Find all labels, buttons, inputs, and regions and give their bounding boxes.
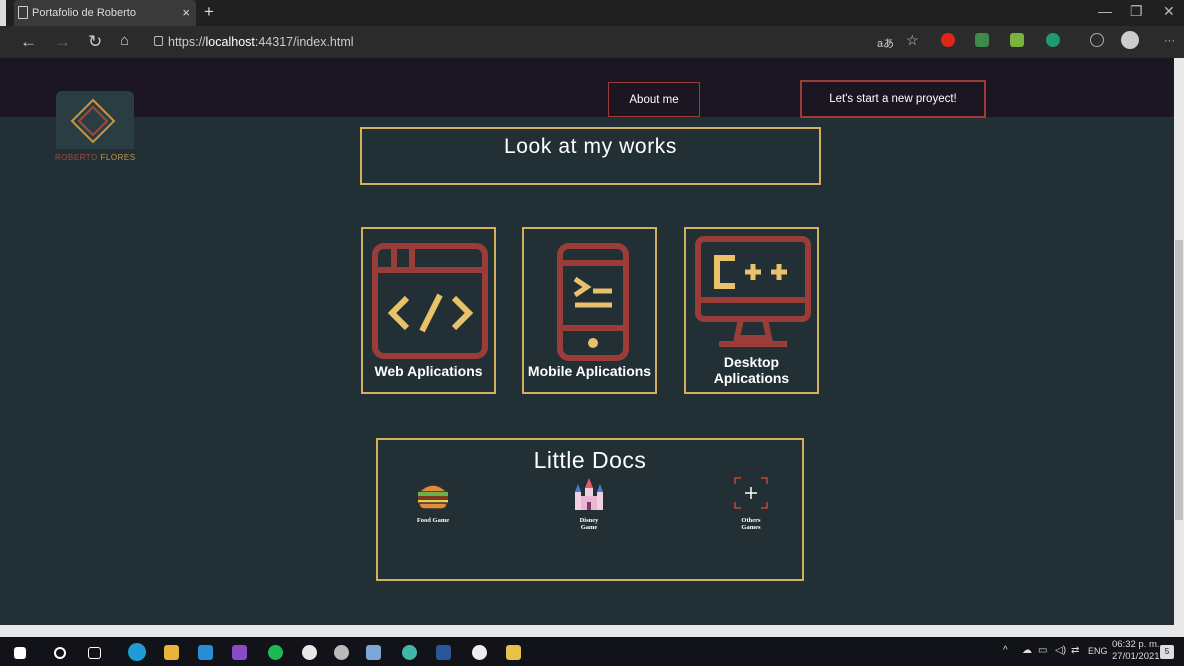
url-host: localhost: [205, 35, 255, 49]
url-prefix: https://: [168, 35, 206, 49]
add-frame-icon: [734, 477, 768, 509]
read-aloud-icon[interactable]: aあ: [877, 35, 894, 51]
clock-date: 27/01/2021: [1112, 651, 1160, 662]
card-label: Web Aplications: [374, 363, 483, 379]
refresh-icon[interactable]: ↻: [88, 32, 102, 52]
works-title: Look at my works: [360, 127, 821, 185]
screen: Portafolio de Roberto × + — ❐ ✕ ← → ↻ ⌂ …: [0, 0, 1184, 666]
site-header: [0, 58, 1174, 117]
castle-icon: [575, 478, 603, 510]
mobile-terminal-icon: [557, 243, 629, 361]
extension-icon[interactable]: [975, 33, 989, 47]
logo-diamond-icon: [70, 98, 116, 144]
sync-icon[interactable]: ⇄: [1071, 645, 1079, 656]
logo-text: ROBERTO FLORES: [55, 153, 136, 162]
app-icon[interactable]: [472, 645, 487, 660]
more-icon[interactable]: ···: [1164, 35, 1175, 47]
cpp-monitor-icon: [695, 236, 811, 347]
lock-icon: [154, 36, 163, 46]
logo-first-name: ROBERTO: [55, 153, 98, 162]
tab-title: Portafolio de Roberto: [32, 7, 136, 19]
opera-extension-icon[interactable]: [941, 33, 955, 47]
tray-chevron-icon[interactable]: ^: [1003, 645, 1008, 656]
desktop-applications-card[interactable]: Desktop Aplications: [684, 227, 819, 394]
task-view-icon[interactable]: [88, 647, 101, 659]
extension-icon[interactable]: [1010, 33, 1024, 47]
address-bar[interactable]: https://localhost:44317/index.html: [154, 31, 854, 53]
profile-avatar[interactable]: [1121, 31, 1139, 49]
visual-studio-icon[interactable]: [232, 645, 247, 660]
browser-tab-bar: Portafolio de Roberto × + — ❐ ✕: [0, 0, 1184, 26]
web-applications-card[interactable]: Web Aplications: [361, 227, 496, 394]
little-docs-panel: Little Docs Food Game Disney Game Others…: [376, 438, 804, 581]
notification-badge[interactable]: 5: [1160, 645, 1174, 659]
food-game-link[interactable]: Food Game: [408, 480, 458, 524]
favorite-icon[interactable]: ☆: [906, 32, 919, 49]
scrollbar-thumb[interactable]: [1175, 240, 1183, 520]
onedrive-icon[interactable]: ☁: [1022, 645, 1032, 656]
browser-tab[interactable]: Portafolio de Roberto ×: [14, 0, 196, 26]
restore-icon[interactable]: ❐: [1130, 3, 1143, 20]
collections-icon[interactable]: [1090, 33, 1104, 47]
clock[interactable]: 06:32 p. m. 27/01/2021: [1112, 639, 1160, 663]
back-icon[interactable]: ←: [20, 32, 37, 52]
tab-close-icon[interactable]: ×: [182, 5, 190, 20]
mobile-applications-card[interactable]: Mobile Aplications: [522, 227, 657, 394]
forward-icon[interactable]: →: [54, 32, 71, 52]
card-label-line1: Desktop: [723, 354, 780, 370]
docs-title: Little Docs: [533, 447, 647, 473]
page-icon: [18, 6, 28, 19]
word-icon[interactable]: [436, 645, 451, 660]
settings-icon[interactable]: [334, 645, 349, 660]
minimize-icon[interactable]: —: [1098, 3, 1112, 19]
logo-last-name: FLORES: [100, 153, 136, 162]
url-rest: :44317/index.html: [254, 35, 354, 49]
extension-icon[interactable]: [1046, 33, 1060, 47]
vscode-icon[interactable]: [198, 645, 213, 660]
new-project-button[interactable]: Let's start a new proyect!: [800, 80, 986, 118]
edge-icon[interactable]: [128, 643, 146, 661]
app-icon[interactable]: [402, 645, 417, 660]
home-icon[interactable]: ⌂: [120, 32, 129, 49]
doc-label-line2: Game: [580, 524, 598, 531]
file-explorer-icon[interactable]: [164, 645, 179, 660]
clock-time: 06:32 p. m.: [1112, 639, 1160, 650]
close-window-icon[interactable]: ✕: [1163, 3, 1175, 20]
app-icon[interactable]: [506, 645, 521, 660]
horizontal-scrollbar[interactable]: [0, 625, 1184, 637]
burger-icon: [417, 484, 449, 510]
disney-game-link[interactable]: Disney Game: [564, 476, 614, 531]
doc-label-line2: Games: [741, 524, 761, 531]
app-icon[interactable]: [366, 645, 381, 660]
network-icon[interactable]: ▭: [1038, 645, 1047, 656]
volume-icon[interactable]: ◁): [1055, 645, 1066, 656]
web-page: ROBERTO FLORES About me Let's start a ne…: [0, 58, 1174, 625]
spotify-icon[interactable]: [268, 645, 283, 660]
doc-label: Food Game: [416, 517, 450, 524]
window-handle: [0, 0, 6, 26]
browser-toolbar: ← → ↻ ⌂ https://localhost:44317/index.ht…: [0, 26, 1184, 58]
language-indicator[interactable]: ENG: [1088, 646, 1108, 656]
search-icon[interactable]: [54, 647, 66, 659]
doc-label-line1: Disney: [579, 517, 599, 524]
other-games-link[interactable]: Others Games: [726, 476, 776, 531]
code-window-icon: [372, 243, 488, 359]
card-label-line2: Aplications: [713, 370, 790, 386]
card-label: Mobile Aplications: [527, 363, 652, 379]
doc-label-line1: Others: [741, 517, 761, 524]
new-tab-button[interactable]: +: [204, 2, 214, 22]
start-icon[interactable]: [14, 647, 26, 659]
about-me-button[interactable]: About me: [608, 82, 700, 117]
app-icon[interactable]: [302, 645, 317, 660]
